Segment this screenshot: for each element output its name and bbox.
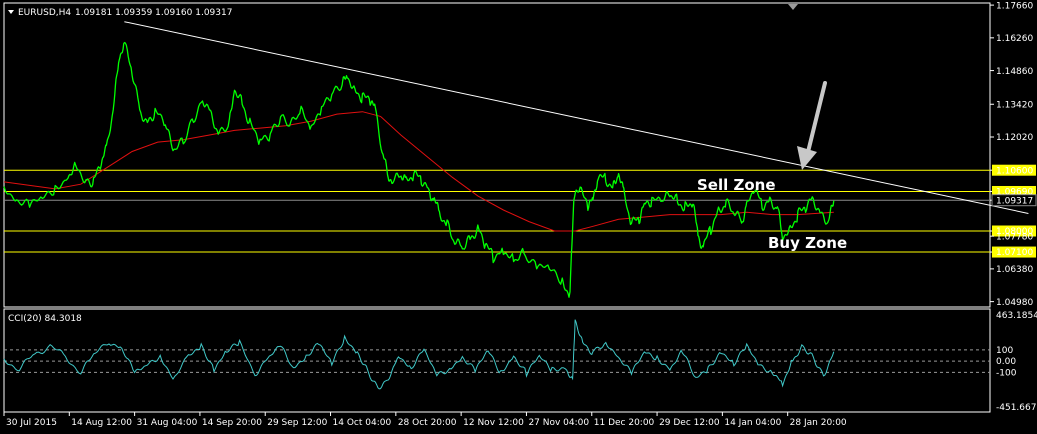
price-tick-label-2: 1.14860 (996, 67, 1033, 77)
price-tick-label-4: 1.12020 (996, 133, 1033, 143)
price-tick-label-7: 1.09317 (996, 196, 1033, 206)
cci-tick-label-1: 100 (996, 346, 1013, 356)
time-tick-label-8: 27 Nov 04:00 (528, 418, 589, 428)
time-tick-label-4: 29 Sep 12:00 (267, 418, 327, 428)
cci-tick-label-3: -100 (996, 368, 1017, 378)
cci-tick-label-2: 0.00 (996, 357, 1016, 367)
buy-zone-label: Buy Zone (768, 234, 847, 252)
ohlc-values: 1.09181 1.09359 1.09160 1.09317 (75, 8, 232, 18)
time-tick-label-6: 28 Oct 20:00 (398, 418, 457, 428)
time-tick-label-1: 14 Aug 12:00 (71, 418, 132, 428)
time-tick-label-0: 30 Jul 2015 (6, 418, 57, 428)
price-tick-label-0: 1.17660 (996, 1, 1033, 11)
price-tick-label-5: 1.10600 (996, 166, 1033, 176)
price-tick-label-1: 1.16260 (996, 34, 1033, 44)
sell-zone-label: Sell Zone (697, 176, 776, 194)
price-tick-label-12: 1.04980 (996, 298, 1033, 308)
price-tick-label-11: 1.06380 (996, 265, 1033, 275)
time-tick-label-9: 11 Dec 20:00 (594, 418, 655, 428)
cci-tick-label-4: -451.6679 (996, 403, 1037, 413)
time-tick-label-3: 14 Sep 20:00 (202, 418, 262, 428)
time-tick-label-7: 12 Nov 12:00 (463, 418, 524, 428)
symbol-label: EURUSD,H4 (18, 8, 71, 18)
chart-canvas: 1.17660 1.16260 1.14860 1.13420 1.12020 1.106… (0, 0, 1037, 434)
price-tick-label-10: 1.07100 (996, 248, 1033, 258)
time-tick-label-12: 28 Jan 20:00 (790, 418, 847, 428)
price-tick-label-3: 1.13420 (996, 100, 1033, 110)
price-tick-label-9: 1.07780 (996, 232, 1033, 242)
cci-label: CCI(20) 84.3018 (8, 314, 82, 324)
time-tick-label-10: 29 Dec 12:00 (659, 418, 720, 428)
time-tick-label-11: 14 Jan 04:00 (724, 418, 781, 428)
cci-tick-label-0: 463.1854 (996, 311, 1037, 321)
time-tick-label-2: 31 Aug 04:00 (137, 418, 198, 428)
time-tick-label-5: 14 Oct 04:00 (333, 418, 392, 428)
